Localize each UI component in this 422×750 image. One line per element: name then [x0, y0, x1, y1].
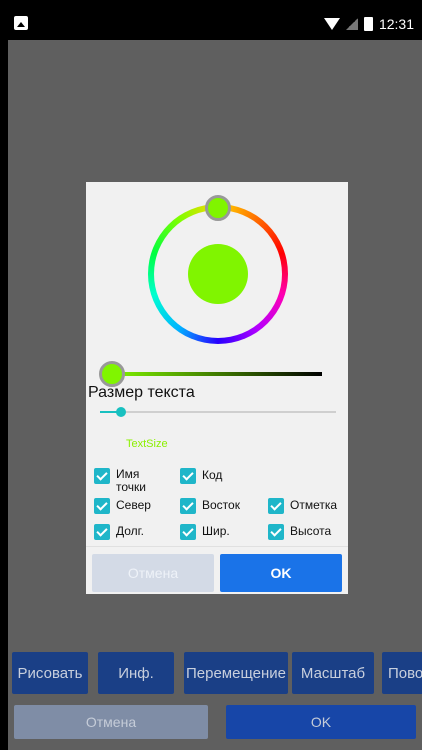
checkbox-checked-icon[interactable]	[180, 498, 196, 514]
status-time: 12:31	[378, 16, 414, 32]
image-notification-icon	[14, 16, 28, 30]
signal-icon	[345, 18, 358, 30]
app-screen: 12:31 Рисовать Инф. Перемещение Масштаб …	[8, 8, 422, 750]
checkbox-checked-icon[interactable]	[94, 468, 110, 484]
checkbox-label: Имя точки	[116, 468, 146, 494]
checkbox-east[interactable]: Восток	[180, 498, 240, 514]
bottom-toolbar: Рисовать Инф. Перемещение Масштаб Пово	[8, 648, 422, 696]
checkbox-checked-icon[interactable]	[94, 524, 110, 540]
checkbox-checked-icon[interactable]	[268, 524, 284, 540]
bottom-actions: Отмена OK	[8, 705, 422, 741]
move-button[interactable]: Перемещение	[184, 652, 288, 694]
background-ok-button[interactable]: OK	[226, 705, 416, 739]
checkbox-north[interactable]: Север	[94, 498, 151, 514]
info-button[interactable]: Инф.	[98, 652, 174, 694]
checkbox-label: Код	[202, 468, 223, 482]
hue-knob[interactable]	[205, 195, 231, 221]
rotate-button[interactable]: Пово	[382, 652, 422, 694]
status-icons: 12:31	[323, 14, 414, 34]
checkbox-checked-icon[interactable]	[94, 498, 110, 514]
dialog-ok-button[interactable]: OK	[220, 554, 342, 592]
color-wheel[interactable]	[148, 195, 288, 344]
checkbox-label: Долг.	[116, 524, 144, 538]
battery-icon	[363, 17, 373, 31]
checkbox-checked-icon[interactable]	[180, 468, 196, 484]
dialog-cancel-button[interactable]: Отмена	[92, 554, 214, 592]
status-bar: 12:31	[8, 8, 422, 40]
selected-color-preview	[188, 244, 248, 304]
checkbox-label: Восток	[202, 498, 240, 512]
checkbox-checked-icon[interactable]	[180, 524, 196, 540]
checkbox-latitude[interactable]: Шир.	[180, 524, 230, 540]
draw-button[interactable]: Рисовать	[12, 652, 88, 694]
checkbox-label: Шир.	[202, 524, 230, 538]
background-cancel-button[interactable]: Отмена	[14, 705, 208, 739]
brightness-track[interactable]	[112, 372, 322, 376]
checkbox-point-name[interactable]: Имя точки	[94, 468, 146, 494]
wifi-icon	[323, 18, 340, 30]
checkbox-mark[interactable]: Отметка	[268, 498, 337, 514]
text-size-preview: TextSize	[126, 438, 168, 450]
scale-button[interactable]: Масштаб	[292, 652, 374, 694]
checkbox-label: Отметка	[290, 498, 338, 512]
checkbox-longitude[interactable]: Долг.	[94, 524, 144, 540]
checkbox-checked-icon[interactable]	[268, 498, 284, 514]
checkbox-label: Север	[116, 498, 151, 512]
text-size-track[interactable]	[100, 411, 336, 413]
checkbox-height[interactable]: Высота	[268, 524, 331, 540]
text-size-slider[interactable]	[100, 404, 336, 420]
text-size-thumb[interactable]	[116, 407, 127, 417]
settings-dialog: Размер текста TextSize Имя точки Код Сев…	[86, 182, 348, 594]
checkbox-code[interactable]: Код	[180, 468, 222, 484]
text-size-title: Размер текста	[88, 384, 195, 401]
dialog-divider	[86, 546, 348, 547]
checkbox-label: Высота	[290, 524, 332, 538]
